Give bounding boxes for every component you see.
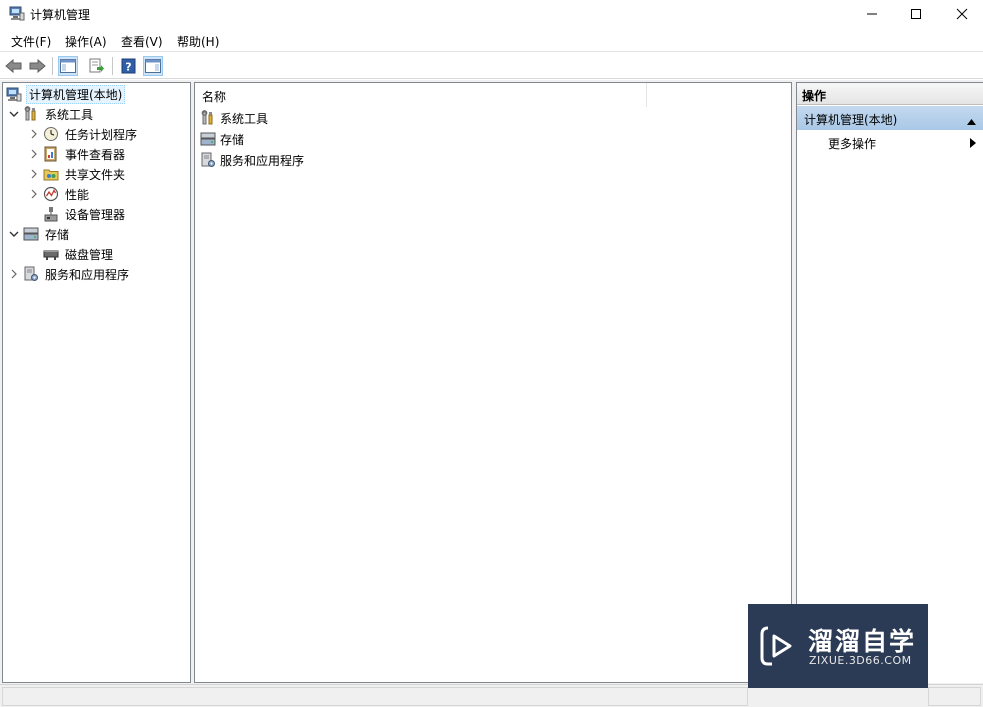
- submenu-arrow-icon: [970, 137, 976, 151]
- close-button[interactable]: [939, 0, 983, 28]
- tree-item-label: 计算机管理(本地): [26, 84, 126, 104]
- action-section-title: 计算机管理(本地): [804, 113, 898, 127]
- chevron-down-icon[interactable]: [8, 228, 20, 240]
- action-pane: 操作 计算机管理(本地) 更多操作: [796, 82, 983, 683]
- tree-item-label: 共享文件夹: [65, 167, 126, 182]
- tree-item-task-scheduler[interactable]: 任务计划程序: [28, 124, 139, 144]
- device-manager-icon: [43, 206, 59, 222]
- menu-bar: 文件(F) 操作(A) 查看(V) 帮助(H): [0, 30, 983, 52]
- services-icon: [23, 266, 39, 282]
- storage-icon: [23, 226, 39, 242]
- chevron-right-icon[interactable]: [8, 268, 20, 280]
- toolbar: ?: [0, 53, 983, 79]
- toolbar-separator: [112, 57, 113, 75]
- action-section-computer-management[interactable]: 计算机管理(本地): [797, 106, 983, 130]
- tree-item-computer-management-local[interactable]: 计算机管理(本地): [6, 84, 126, 104]
- tree-item-services-and-applications[interactable]: 服务和应用程序: [8, 264, 131, 284]
- tree-item-label: 事件查看器: [65, 147, 126, 162]
- tree-item-system-tools[interactable]: 系统工具: [8, 104, 95, 124]
- forward-arrow-icon[interactable]: [27, 56, 47, 76]
- window-title: 计算机管理: [30, 8, 91, 22]
- tree-item-event-viewer[interactable]: 事件查看器: [28, 144, 127, 164]
- minimize-button[interactable]: [849, 0, 895, 28]
- tree-item-label: 系统工具: [45, 107, 94, 122]
- svg-text:?: ?: [125, 61, 131, 74]
- list-item-system-tools[interactable]: 系统工具: [200, 108, 268, 128]
- clock-icon: [43, 126, 59, 142]
- tree-item-storage[interactable]: 存储: [8, 224, 71, 244]
- watermark-title: 溜溜自学: [808, 627, 917, 656]
- computer-management-icon: [9, 6, 25, 21]
- performance-icon: [43, 186, 59, 202]
- chevron-right-icon[interactable]: [28, 128, 40, 140]
- tree-item-label: 服务和应用程序: [45, 267, 130, 282]
- column-header-label: 名称: [202, 90, 227, 104]
- show-hide-action-pane-icon[interactable]: [143, 56, 163, 76]
- storage-icon: [200, 131, 216, 147]
- back-arrow-icon[interactable]: [4, 56, 24, 76]
- tree-item-device-manager[interactable]: 设备管理器: [28, 204, 127, 224]
- list-item-label: 系统工具: [220, 111, 269, 126]
- menu-view[interactable]: 查看(V): [121, 33, 163, 50]
- event-viewer-icon: [43, 146, 59, 162]
- list-item-label: 存储: [220, 132, 245, 147]
- menu-file[interactable]: 文件(F): [11, 33, 51, 50]
- chevron-right-icon[interactable]: [28, 188, 40, 200]
- menu-help[interactable]: 帮助(H): [177, 33, 219, 50]
- title-bar: 计算机管理: [0, 0, 983, 28]
- watermark-logo: 溜溜自学 ZIXUE.3D66.COM: [748, 604, 928, 688]
- export-list-icon[interactable]: [87, 56, 107, 76]
- status-segment: [928, 687, 981, 706]
- shared-folder-icon: [43, 166, 59, 182]
- action-pane-header: 操作: [797, 83, 983, 105]
- list-item-label: 服务和应用程序: [220, 153, 305, 168]
- action-more-actions[interactable]: 更多操作: [797, 131, 983, 153]
- show-hide-tree-icon[interactable]: [58, 56, 78, 76]
- tools-icon: [200, 110, 216, 126]
- watermark-subtitle: ZIXUE.3D66.COM: [809, 654, 912, 667]
- play-logo-icon: [760, 624, 798, 671]
- chevron-down-icon[interactable]: [8, 108, 20, 120]
- tree-item-label: 任务计划程序: [65, 127, 138, 142]
- tree-item-disk-management[interactable]: 磁盘管理: [28, 244, 115, 264]
- chevron-right-icon[interactable]: [28, 148, 40, 160]
- list-item-storage[interactable]: 存储: [200, 129, 244, 149]
- collapse-up-icon[interactable]: [967, 114, 976, 128]
- toolbar-separator: [52, 57, 53, 75]
- tree-item-label: 性能: [65, 187, 90, 202]
- column-header-name[interactable]: 名称: [195, 83, 647, 107]
- tools-icon: [23, 106, 39, 122]
- tree-item-label: 存储: [45, 227, 70, 242]
- tree-item-performance[interactable]: 性能: [28, 184, 91, 204]
- help-icon[interactable]: ?: [119, 56, 139, 76]
- tree-item-label: 设备管理器: [65, 207, 126, 222]
- chevron-right-icon[interactable]: [28, 168, 40, 180]
- action-item-label: 更多操作: [828, 137, 877, 151]
- tree-item-shared-folders[interactable]: 共享文件夹: [28, 164, 127, 184]
- action-pane-title: 操作: [802, 89, 827, 103]
- list-item-services-and-applications[interactable]: 服务和应用程序: [200, 150, 304, 170]
- disk-icon: [43, 246, 59, 262]
- menu-action[interactable]: 操作(A): [65, 33, 107, 50]
- console-tree: 计算机管理(本地) 系统工具 任务计划程序 事件查看器 共享文件夹 性能 设备管…: [2, 82, 191, 683]
- tree-item-label: 磁盘管理: [65, 247, 114, 262]
- results-list: 名称 系统工具 存储 服务和应用程序: [194, 82, 792, 683]
- maximize-button[interactable]: [893, 0, 939, 28]
- status-segment: [2, 687, 748, 706]
- computer-management-icon: [6, 86, 22, 102]
- services-icon: [200, 152, 216, 168]
